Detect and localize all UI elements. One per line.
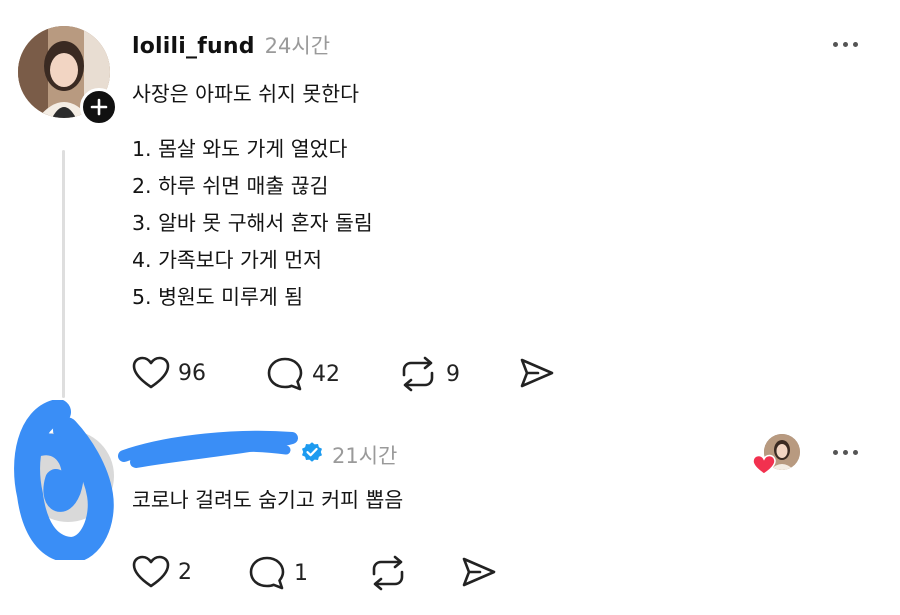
comment-icon bbox=[249, 556, 285, 590]
reply-comment-button[interactable]: 1 bbox=[248, 555, 308, 591]
post-more-icon[interactable] bbox=[833, 42, 858, 47]
repost-icon bbox=[372, 555, 404, 591]
author-liked-heart bbox=[752, 454, 776, 480]
verified-badge bbox=[300, 440, 324, 468]
post-line: 3. 알바 못 구해서 혼자 돌림 bbox=[132, 211, 373, 235]
reply-repost-button[interactable] bbox=[368, 555, 408, 591]
verified-icon bbox=[302, 442, 322, 462]
repost-count: 9 bbox=[446, 361, 460, 387]
comment-count: 42 bbox=[312, 361, 340, 387]
reply-text: 코로나 걸려도 숨기고 커피 뽑음 bbox=[132, 488, 404, 512]
post-line: 4. 가족보다 가게 먼저 bbox=[132, 248, 322, 272]
follow-button[interactable] bbox=[80, 88, 118, 126]
reply-more-icon[interactable] bbox=[833, 450, 858, 455]
post-header: lolili_fund 24시간 bbox=[132, 30, 330, 60]
heart-filled-icon bbox=[752, 454, 776, 475]
share-icon bbox=[520, 358, 554, 388]
post-body: 사장은 아파도 쉬지 못한다 1. 몸살 와도 가게 열었다 2. 하루 쉬면 … bbox=[132, 76, 373, 316]
post-line: 2. 하루 쉬면 매출 끊김 bbox=[132, 174, 329, 198]
plus-icon bbox=[90, 98, 108, 116]
repost-button[interactable]: 9 bbox=[398, 356, 460, 392]
reply-comment-count: 1 bbox=[294, 560, 308, 586]
reply-author-avatar[interactable] bbox=[22, 430, 114, 522]
author-username[interactable]: lolili_fund bbox=[132, 34, 255, 59]
reply-share-button[interactable] bbox=[460, 555, 498, 589]
comment-button[interactable]: 42 bbox=[266, 356, 340, 392]
heart-icon bbox=[132, 555, 170, 588]
post-line: 5. 병원도 미루게 됨 bbox=[132, 285, 304, 309]
repost-icon bbox=[402, 356, 434, 392]
like-count: 96 bbox=[178, 360, 206, 386]
share-button[interactable] bbox=[518, 356, 556, 390]
post-time: 24시간 bbox=[264, 34, 331, 58]
share-icon bbox=[462, 557, 496, 587]
reply-like-count: 2 bbox=[178, 559, 192, 585]
comment-icon bbox=[267, 357, 303, 391]
heart-icon bbox=[132, 356, 170, 389]
reply-time: 21시간 bbox=[332, 444, 398, 468]
post-line: 1. 몸살 와도 가게 열었다 bbox=[132, 137, 348, 161]
post-title: 사장은 아파도 쉬지 못한다 bbox=[132, 82, 360, 106]
like-button[interactable]: 96 bbox=[132, 356, 206, 390]
reply-like-button[interactable]: 2 bbox=[132, 555, 192, 589]
thread-line bbox=[62, 150, 65, 398]
